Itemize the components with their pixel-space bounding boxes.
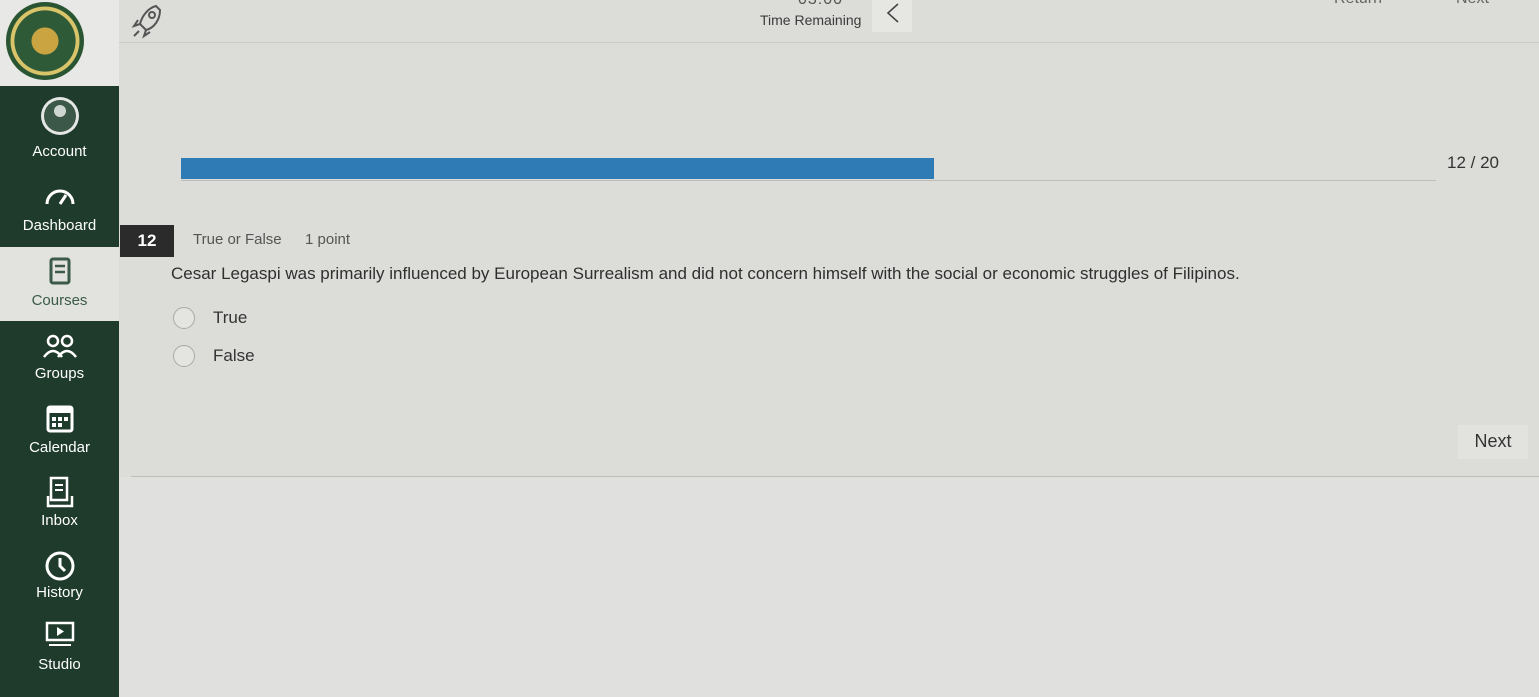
nav-history-label: History bbox=[36, 584, 83, 601]
blank-area bbox=[119, 477, 1539, 697]
history-icon bbox=[45, 551, 74, 581]
nav-dashboard-label: Dashboard bbox=[22, 217, 97, 234]
progress-count: 12 / 20 bbox=[1447, 153, 1499, 172]
chevron-left-icon bbox=[886, 3, 899, 23]
option-label: True bbox=[213, 308, 248, 327]
nav-inbox[interactable]: Inbox bbox=[0, 472, 119, 546]
progress-fill bbox=[181, 158, 934, 179]
nav-calendar-label: Calendar bbox=[29, 439, 90, 456]
school-logo bbox=[6, 2, 84, 80]
time-remaining-value: 03:00 bbox=[798, 0, 843, 9]
nav-studio[interactable]: Studio bbox=[0, 618, 119, 692]
nav-history[interactable]: History bbox=[0, 546, 119, 620]
nav-studio-label: Studio bbox=[38, 656, 81, 673]
next-top-link[interactable]: Next bbox=[1456, 0, 1489, 8]
nav-courses-label: Courses bbox=[31, 292, 88, 309]
time-remaining-label: Time Remaining bbox=[760, 12, 862, 28]
nav-account-label: Account bbox=[32, 143, 87, 160]
logo-area[interactable] bbox=[0, 0, 119, 86]
courses-icon bbox=[49, 257, 70, 285]
question-number: 12 bbox=[120, 225, 174, 257]
rocket-icon bbox=[131, 4, 162, 39]
groups-icon bbox=[42, 334, 77, 358]
option-label: False bbox=[213, 346, 255, 365]
radio-button[interactable] bbox=[173, 345, 195, 367]
nav-courses[interactable]: Courses bbox=[0, 247, 119, 321]
nav-groups[interactable]: Groups bbox=[0, 325, 119, 399]
calendar-icon bbox=[46, 405, 73, 433]
question-text: Cesar Legaspi was primarily influenced b… bbox=[171, 264, 1240, 283]
previous-button[interactable] bbox=[872, 0, 912, 32]
nav-calendar[interactable]: Calendar bbox=[0, 398, 119, 472]
header-divider bbox=[119, 42, 1539, 43]
question-points: 1 point bbox=[305, 231, 351, 248]
nav-groups-label: Groups bbox=[34, 365, 85, 382]
question-type: True or False bbox=[193, 231, 282, 248]
return-link[interactable]: Return bbox=[1334, 0, 1382, 8]
next-button[interactable]: Next bbox=[1458, 425, 1528, 459]
studio-icon bbox=[45, 621, 74, 646]
nav-inbox-label: Inbox bbox=[41, 512, 78, 529]
account-icon bbox=[40, 97, 79, 135]
inbox-icon bbox=[46, 476, 73, 508]
global-nav-sidebar: Account Dashboard Courses Groups Calenda… bbox=[0, 0, 119, 697]
nav-dashboard[interactable]: Dashboard bbox=[0, 170, 119, 244]
dashboard-icon bbox=[45, 189, 74, 205]
radio-button[interactable] bbox=[173, 307, 195, 329]
nav-account[interactable]: Account bbox=[0, 86, 119, 160]
